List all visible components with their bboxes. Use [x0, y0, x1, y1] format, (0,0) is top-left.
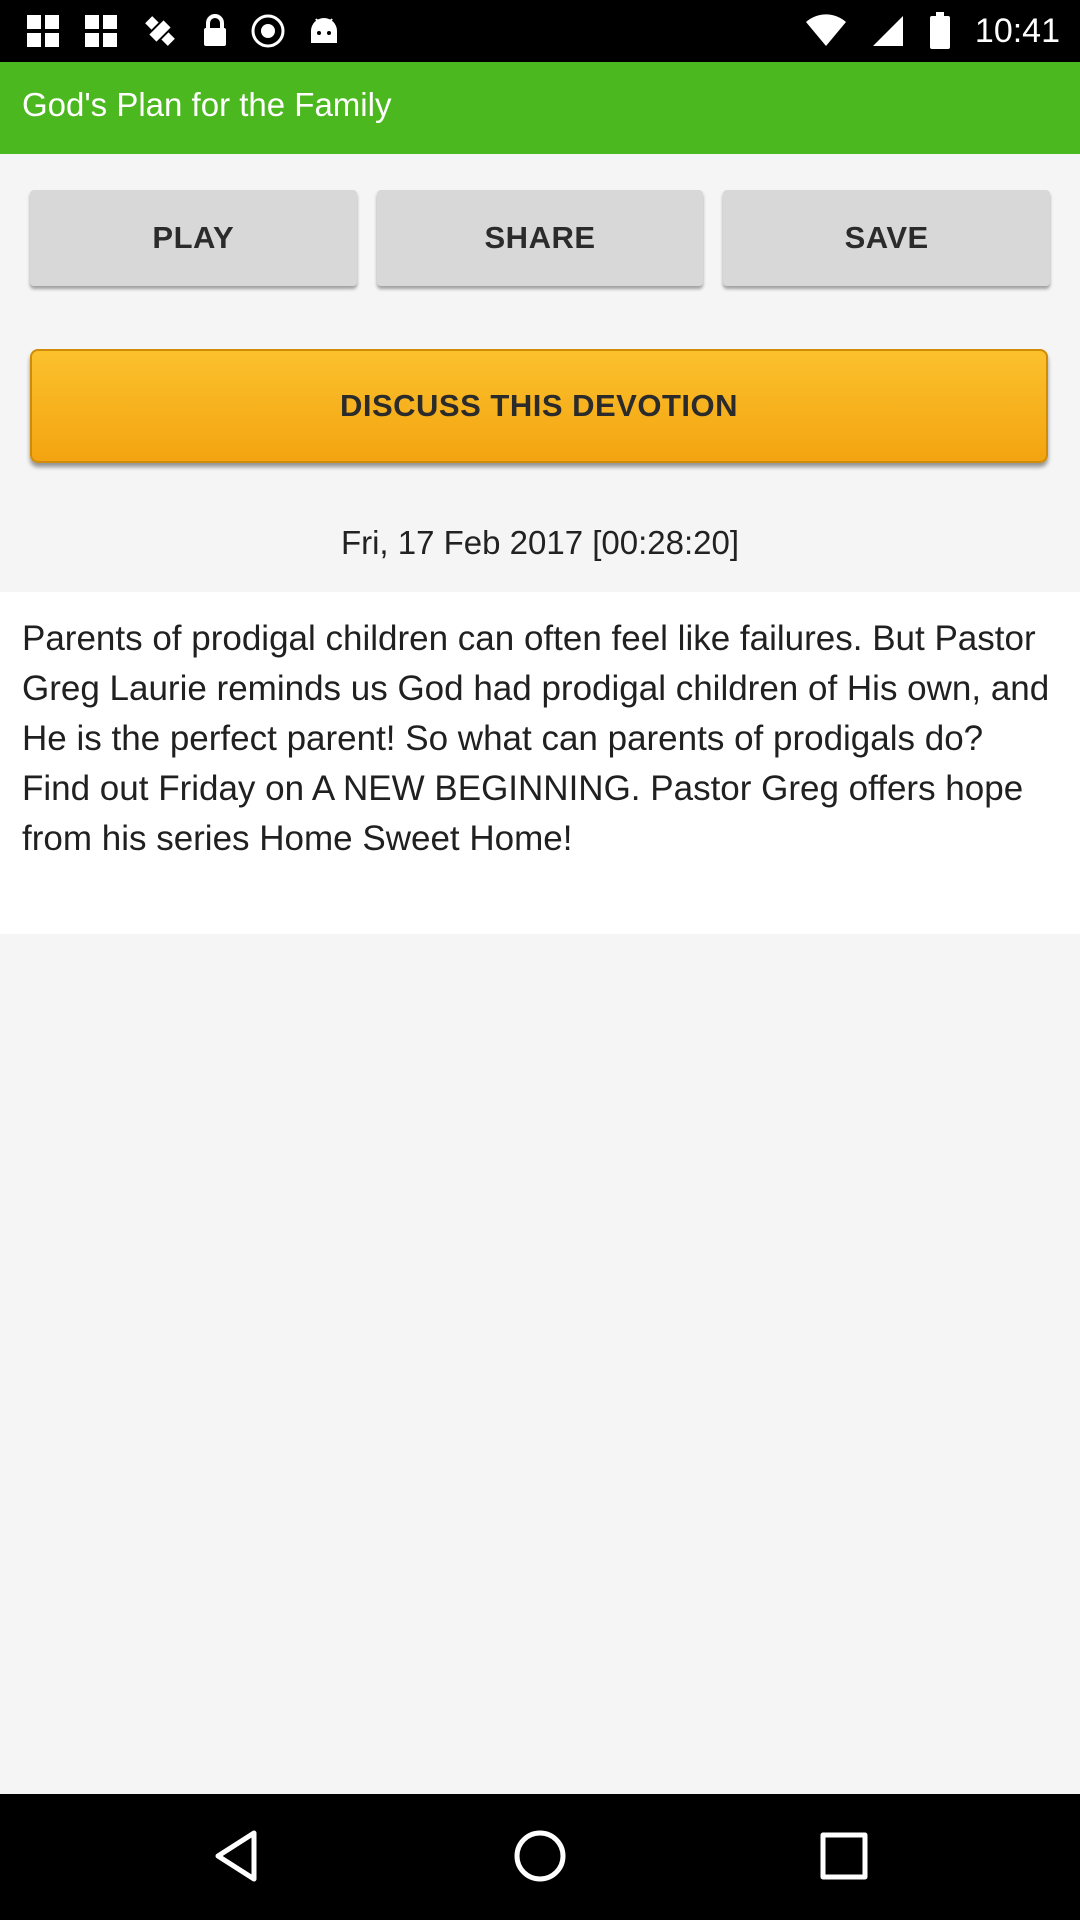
app-bar: God's Plan for the Family: [0, 62, 1080, 154]
devotion-date: Fri, 17 Feb 2017 [00:28:20]: [340, 524, 740, 561]
save-button[interactable]: SAVE: [723, 190, 1051, 286]
devotion-text: Parents of prodigal children can often f…: [22, 619, 1050, 858]
notification-icons: [24, 12, 342, 50]
wifi-icon: [805, 14, 846, 46]
navigation-bar: [0, 1794, 1080, 1920]
recents-icon[interactable]: [812, 1824, 876, 1888]
signal-icon: [872, 16, 903, 46]
home-icon[interactable]: [508, 1824, 572, 1888]
android-icon: [311, 18, 337, 43]
battery-icon: [929, 12, 950, 49]
status-bar: 10:41: [0, 0, 1080, 62]
system-icons: 10:41: [805, 10, 1060, 52]
action-button-row: PLAY SHARE SAVE: [30, 190, 1051, 286]
devotion-card: Parents of prodigal children can often f…: [0, 592, 1080, 934]
fake-gps-icon: [145, 16, 175, 46]
record-icon: [251, 14, 285, 48]
discuss-devotion-button[interactable]: DISCUSS THIS DEVOTION: [30, 349, 1048, 463]
back-icon[interactable]: [204, 1824, 268, 1888]
play-button[interactable]: PLAY: [30, 190, 357, 286]
grid-icon: [27, 15, 59, 47]
page-title: God's Plan for the Family: [22, 86, 392, 123]
grid-icon: [85, 15, 117, 47]
lock-icon: [204, 14, 226, 46]
clock: 10:41: [974, 11, 1060, 50]
share-button[interactable]: SHARE: [376, 190, 704, 286]
